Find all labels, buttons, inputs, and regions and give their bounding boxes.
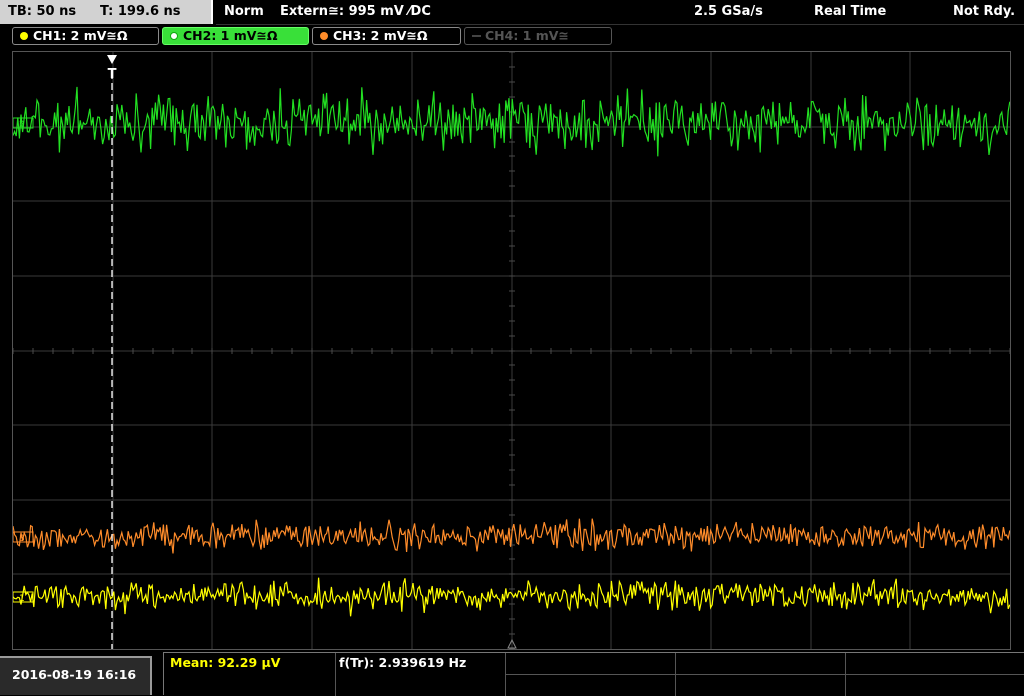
timebase-box[interactable]: TB: 50 ns T: 199.6 ns	[0, 0, 213, 24]
channel-2-ground-marker[interactable]: 2	[13, 117, 34, 130]
top-status-bar: TB: 50 ns T: 199.6 ns Norm Extern≅: 995 …	[0, 0, 1024, 25]
date-time-text: 2016-08-19 16:16	[12, 667, 137, 682]
channel-1-marker-label: 1	[19, 594, 25, 604]
channel-4-label: CH4: 1 mV≅	[485, 28, 569, 43]
trigger-time-value: T: 199.6 ns	[100, 4, 181, 19]
channel-3-marker-label: 3	[19, 534, 25, 544]
channel-1-label: CH1: 2 mV≅Ω	[33, 28, 128, 43]
channel-2-marker-label: 2	[19, 120, 25, 130]
date-time-display: 2016-08-19 16:16	[0, 656, 152, 695]
sample-rate[interactable]: 2.5 GSa/s	[694, 0, 763, 24]
channel-tabs: CH1: 2 mV≅Ω CH2: 1 mV≅Ω CH3: 2 mV≅Ω CH4:…	[0, 26, 1024, 48]
trace-layer	[13, 86, 1010, 617]
waveform-canvas: T 2 3 1	[13, 52, 1010, 649]
mean-measurement[interactable]: Mean: 92.29 µV	[170, 653, 280, 673]
channel-2-button[interactable]: CH2: 1 mV≅Ω	[162, 27, 309, 45]
channel-2-label: CH2: 1 mV≅Ω	[183, 28, 278, 43]
graticule-grid	[13, 52, 1010, 649]
channel-4-button[interactable]: CH4: 1 mV≅	[464, 27, 612, 45]
acquisition-state: Not Rdy.	[953, 4, 1016, 19]
waveform-display[interactable]: T 2 3 1	[12, 51, 1011, 650]
timebase-value: TB: 50 ns	[8, 4, 77, 19]
trigger-source[interactable]: Extern≅: 995 mV ⁄DC	[280, 0, 431, 24]
measurement-panel[interactable]: Mean: 92.29 µV f(Tr): 2.939619 Hz	[163, 652, 1024, 696]
trigger-mode[interactable]: Norm	[224, 0, 264, 24]
channel-3-button[interactable]: CH3: 2 mV≅Ω	[312, 27, 461, 45]
trigger-status: Norm Extern≅: 995 mV ⁄DC 2.5 GSa/s Real …	[216, 0, 1024, 25]
channel-3-color-dot-icon	[320, 32, 328, 40]
channel-3-label: CH3: 2 mV≅Ω	[333, 28, 428, 43]
channel-4-off-dash-icon	[472, 35, 481, 37]
channel-1-button[interactable]: CH1: 2 mV≅Ω	[12, 27, 159, 45]
measurement-divider	[335, 653, 336, 696]
acquisition-mode[interactable]: Real Time	[814, 0, 886, 24]
trigger-position-arrow-icon[interactable]	[107, 55, 117, 64]
measurement-row-divider	[505, 674, 1024, 675]
channel-1-color-dot-icon	[20, 32, 28, 40]
channel-3-trace	[13, 518, 1010, 554]
channel-1-trace	[13, 577, 1010, 617]
channel-2-color-dot-icon	[170, 32, 178, 40]
trigger-marker-label: T	[108, 67, 117, 82]
trigger-frequency-measurement[interactable]: f(Tr): 2.939619 Hz	[339, 653, 466, 673]
